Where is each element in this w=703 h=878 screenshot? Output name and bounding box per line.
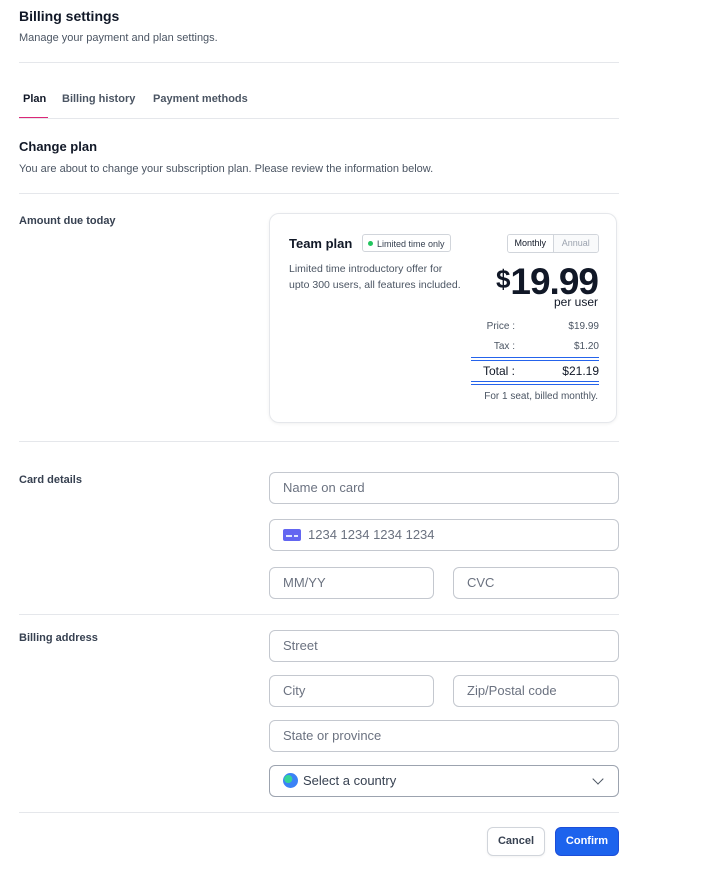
- tax-line-value: $1.20: [573, 341, 599, 352]
- cancel-button[interactable]: Cancel: [487, 827, 545, 856]
- page-subtitle: Manage your payment and plan settings.: [19, 32, 218, 44]
- zip-input[interactable]: Zip/Postal code: [453, 675, 619, 707]
- page-title: Billing settings: [19, 8, 120, 24]
- divider: [19, 62, 619, 63]
- price-line-label: Price :: [486, 321, 515, 332]
- currency-symbol: $: [495, 264, 511, 294]
- tab-payment-methods[interactable]: Payment methods: [153, 93, 248, 105]
- state-input[interactable]: State or province: [269, 720, 619, 752]
- chevron-down-icon: [592, 773, 604, 785]
- tabs-divider: [19, 118, 619, 119]
- toggle-monthly[interactable]: Monthly: [508, 235, 553, 252]
- name-on-card-placeholder: Name on card: [283, 480, 365, 495]
- city-input[interactable]: City: [269, 675, 434, 707]
- tab-plan[interactable]: Plan: [23, 93, 46, 105]
- street-input[interactable]: Street: [269, 630, 619, 662]
- total-divider: [471, 381, 599, 385]
- globe-icon: [283, 773, 298, 789]
- total-line: Total : $21.19: [471, 364, 599, 380]
- total-value: $21.19: [562, 364, 599, 378]
- cvc-placeholder: CVC: [467, 575, 495, 590]
- city-placeholder: City: [283, 683, 306, 698]
- amount-due-label: Amount due today: [19, 215, 116, 227]
- card-number-placeholder: 1234 1234 1234 1234: [308, 527, 435, 542]
- country-select[interactable]: Select a country: [269, 765, 619, 797]
- country-select-value: Select a country: [303, 773, 397, 788]
- name-on-card-input[interactable]: Name on card: [269, 472, 619, 504]
- expiry-placeholder: MM/YY: [283, 575, 326, 590]
- card-number-input[interactable]: 1234 1234 1234 1234: [269, 519, 619, 551]
- section-description: You are about to change your subscriptio…: [19, 163, 434, 175]
- billing-address-label: Billing address: [19, 632, 98, 644]
- card-details-label: Card details: [19, 474, 82, 486]
- divider: [19, 441, 619, 442]
- divider: [19, 812, 619, 813]
- price-line-value: $19.99: [568, 321, 599, 332]
- badge-label: Limited time only: [377, 239, 445, 249]
- status-dot-icon: [368, 241, 373, 247]
- confirm-button[interactable]: Confirm: [555, 827, 619, 856]
- price-unit: per user: [553, 295, 598, 309]
- plan-description: Limited time introductory offer for upto…: [289, 263, 461, 291]
- tab-billing-history[interactable]: Billing history: [62, 93, 135, 105]
- billing-period-toggle: Monthly Annual: [507, 234, 599, 253]
- divider: [19, 193, 619, 194]
- divider: [19, 614, 619, 615]
- total-divider: [471, 357, 599, 361]
- expiry-input[interactable]: MM/YY: [269, 567, 434, 599]
- toggle-annual[interactable]: Annual: [552, 235, 598, 252]
- state-placeholder: State or province: [283, 728, 382, 743]
- plan-name: Team plan: [289, 236, 353, 251]
- tax-line-label: Tax :: [493, 341, 515, 352]
- cvc-input[interactable]: CVC: [453, 567, 619, 599]
- street-placeholder: Street: [283, 638, 318, 653]
- plan-card: Team plan Limited time only Limited time…: [269, 213, 617, 423]
- seat-note: For 1 seat, billed monthly.: [484, 391, 598, 402]
- total-label: Total :: [482, 364, 515, 378]
- zip-placeholder: Zip/Postal code: [467, 683, 557, 698]
- credit-card-icon: [283, 528, 301, 541]
- section-title: Change plan: [19, 139, 98, 154]
- limited-time-badge: Limited time only: [362, 234, 451, 252]
